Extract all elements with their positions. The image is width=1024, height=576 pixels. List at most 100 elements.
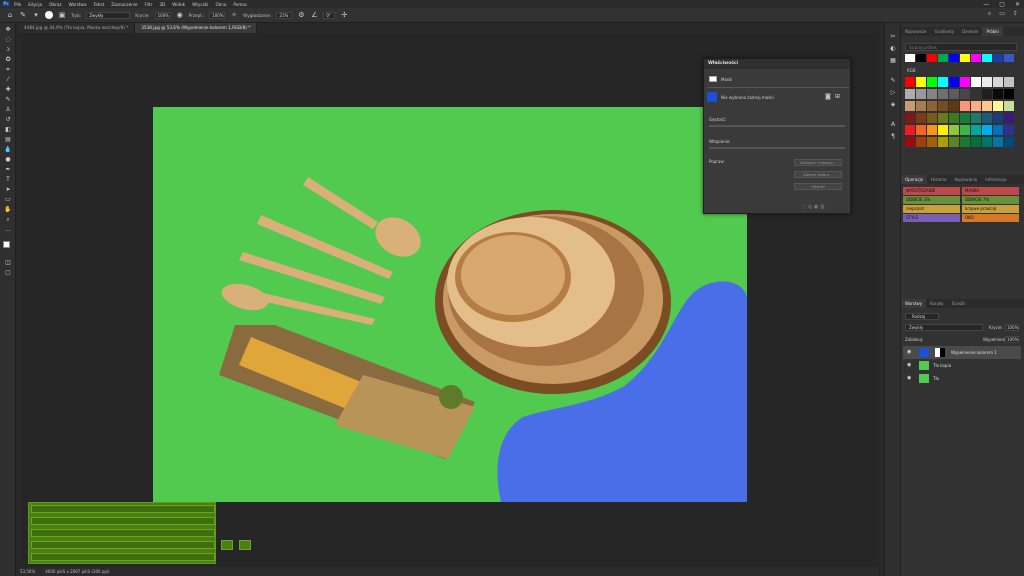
swatch[interactable] (1004, 137, 1014, 147)
swatch[interactable] (905, 77, 915, 87)
workspace-icon[interactable]: ▭ (999, 10, 1005, 18)
flow-field[interactable]: 100% (209, 11, 226, 19)
tab-informacje[interactable]: Informacje (981, 175, 1010, 184)
pixel-mask-icon[interactable]: ◙ (825, 93, 831, 100)
layer-row[interactable]: ◉ Tło kopia (903, 359, 1021, 372)
angle-field[interactable]: 0° (323, 11, 336, 19)
swatch[interactable] (905, 137, 915, 147)
swatch[interactable] (949, 89, 959, 99)
swatch[interactable] (927, 54, 937, 62)
quick-select-tool-icon[interactable]: ✪ (4, 56, 12, 63)
paragraph-panel-icon[interactable]: ¶ (889, 133, 897, 140)
eraser-tool-icon[interactable]: ◧ (4, 126, 12, 133)
layer-row[interactable]: ◉ Wypełnienie kolorem 1 (903, 346, 1021, 359)
swatch[interactable] (905, 125, 915, 135)
properties-title[interactable]: Właściwości (704, 59, 850, 69)
swatch[interactable] (949, 113, 959, 123)
layer-blend-mode-select[interactable]: Zwykły (905, 324, 983, 331)
swatch-search-input[interactable] (905, 43, 1017, 51)
tab-sciezki[interactable]: Ścieżki (948, 299, 970, 308)
marquee-tool-icon[interactable]: ◌ (4, 36, 12, 43)
swatch[interactable] (916, 113, 926, 123)
swatch[interactable] (938, 137, 948, 147)
healing-tool-icon[interactable]: ✚ (4, 86, 12, 93)
document-size[interactable]: 4000 pikS x 2667 pikS (300 ppi) (45, 567, 109, 576)
swatch[interactable] (960, 125, 970, 135)
swatch[interactable] (960, 101, 970, 111)
tab-operacje[interactable]: Operacje (901, 175, 928, 184)
menu-pomoc[interactable]: Pomoc (233, 2, 247, 7)
visibility-eye-icon[interactable]: ◉ (907, 359, 911, 372)
pen-tool-icon[interactable]: ✒ (4, 166, 12, 173)
history-brush-tool-icon[interactable]: ↺ (4, 116, 12, 123)
action-button[interactable]: STYLE (903, 214, 960, 222)
action-button[interactable]: OKO (962, 214, 1019, 222)
airbrush-icon[interactable]: ✧ (230, 11, 238, 19)
swatch[interactable] (960, 137, 970, 147)
smoothing-field[interactable]: 21% (276, 11, 293, 19)
gradient-tool-icon[interactable]: ▤ (4, 136, 12, 143)
swatch[interactable] (927, 89, 937, 99)
swatch[interactable] (927, 77, 937, 87)
swatch[interactable] (993, 101, 1003, 111)
stamp-tool-icon[interactable]: ♙ (4, 106, 12, 113)
document-canvas[interactable] (153, 107, 747, 502)
zoom-tool-icon[interactable]: ⌕ (4, 216, 12, 223)
paths-panel-icon[interactable]: ▷ (889, 89, 897, 96)
swatch[interactable] (949, 54, 959, 62)
crop-tool-icon[interactable]: ⌗ (4, 66, 12, 73)
swatch[interactable] (949, 101, 959, 111)
swatch[interactable] (905, 89, 915, 99)
swatch[interactable] (927, 113, 937, 123)
swatch[interactable] (1004, 125, 1014, 135)
layer-fill-field[interactable]: 100% (1005, 336, 1019, 343)
menu-filtr[interactable]: Filtr (145, 2, 153, 7)
brush-preset-picker[interactable] (45, 11, 53, 19)
swatch[interactable] (1004, 54, 1014, 62)
menu-zaznaczenie[interactable]: Zaznaczenie (111, 2, 137, 7)
swatch[interactable] (982, 113, 992, 123)
home-icon[interactable]: ⌂ (6, 11, 14, 19)
menu-plik[interactable]: Plik (14, 2, 21, 7)
feather-slider[interactable] (709, 147, 845, 149)
swatch[interactable] (982, 54, 992, 62)
opacity-field[interactable]: 100% (154, 11, 171, 19)
tab-desenie[interactable]: Desenie (958, 27, 982, 36)
tab-document-1[interactable]: 4484.jpg @ 44,9% (Tło kopia, Maska warst… (18, 23, 136, 33)
visibility-eye-icon[interactable]: ◉ (907, 346, 911, 359)
swatch[interactable] (993, 137, 1003, 147)
screen-mode-icon[interactable]: ▢ (4, 269, 12, 276)
layer-opacity-field[interactable]: 100% (1005, 324, 1019, 331)
visibility-eye-icon[interactable]: ◉ (907, 372, 911, 385)
dodge-tool-icon[interactable]: ● (4, 156, 12, 163)
properties-panel-icon[interactable]: ✂ (889, 33, 897, 40)
swatch[interactable] (982, 77, 992, 87)
tab-warstwy[interactable]: Warstwy (901, 299, 927, 308)
swatch[interactable] (938, 113, 948, 123)
brush-settings-icon[interactable]: ▣ (58, 11, 66, 19)
tab-kanaly[interactable]: Kanały (926, 299, 948, 308)
type-tool-icon[interactable]: T (4, 176, 12, 183)
vector-mask-icon[interactable]: ⊞ (835, 93, 840, 100)
swatch[interactable] (1004, 77, 1014, 87)
swatch[interactable] (949, 125, 959, 135)
menu-wtyczki[interactable]: Wtyczki (192, 2, 208, 7)
zoom-level[interactable]: 53,56% (20, 567, 35, 576)
swatch[interactable] (1004, 113, 1014, 123)
tab-gradienty-swatches[interactable]: Gradienty (930, 27, 958, 36)
tab-probki[interactable]: Próbki (982, 27, 1003, 36)
swatch[interactable] (916, 101, 926, 111)
swatch[interactable] (1004, 101, 1014, 111)
swatch[interactable] (993, 77, 1003, 87)
hand-tool-icon[interactable]: ✋ (4, 206, 12, 213)
move-tool-icon[interactable]: ✥ (4, 26, 12, 33)
swatch[interactable] (938, 77, 948, 87)
swatch[interactable] (916, 125, 926, 135)
swatch[interactable] (916, 54, 926, 62)
layer-filter-select[interactable]: Rodzaj (905, 313, 939, 320)
swatch[interactable] (993, 125, 1003, 135)
menu-3d[interactable]: 3D (159, 2, 165, 7)
menu-okno[interactable]: Okno (215, 2, 226, 7)
swatch[interactable] (927, 125, 937, 135)
invert-button[interactable]: Odwróć (794, 183, 842, 190)
